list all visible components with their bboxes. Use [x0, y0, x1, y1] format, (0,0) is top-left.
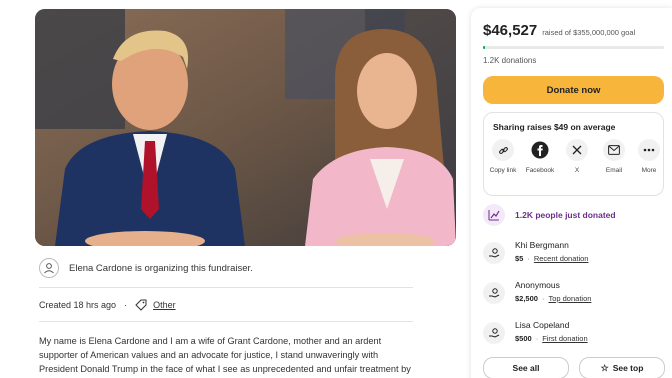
donor-separator: · — [541, 294, 545, 303]
star-icon: ☆ — [600, 362, 609, 373]
donor-amount: $500 — [515, 334, 532, 343]
share-facebook[interactable]: Facebook — [525, 139, 555, 175]
organizer-text: Elena Cardone is organizing this fundrai… — [69, 262, 253, 274]
donor-name: Khi Bergmann — [515, 240, 569, 250]
see-top-label: See top — [612, 363, 644, 373]
share-label: Email — [605, 167, 623, 174]
donor-note-link[interactable]: Recent donation — [534, 254, 589, 263]
facebook-icon — [529, 139, 551, 161]
donor-note-link[interactable]: Top donation — [548, 294, 591, 303]
share-x[interactable]: X — [562, 139, 592, 175]
fundraiser-photo — [35, 9, 456, 246]
donate-now-button[interactable]: Donate now — [483, 76, 664, 104]
story-line: My name is Elena Cardone and I am a wife… — [39, 336, 382, 346]
x-icon — [566, 139, 588, 161]
meta-separator: · — [124, 300, 128, 310]
share-label: X — [574, 167, 580, 174]
donor-note-link[interactable]: First donation — [542, 334, 587, 343]
amount-raised: $46,527 — [483, 22, 538, 39]
donor-separator: · — [535, 334, 539, 343]
donation-hand-icon — [483, 322, 505, 344]
donor-item: Khi Bergmann $5 · Recent donation — [483, 240, 588, 272]
donor-item: Lisa Copeland $500 · First donation — [483, 320, 588, 352]
donation-hand-icon — [483, 282, 505, 304]
donor-name: Anonymous — [515, 280, 560, 290]
share-email[interactable]: Email — [599, 139, 629, 175]
divider — [39, 287, 413, 288]
share-copy-link[interactable]: Copy link — [488, 139, 518, 175]
link-icon — [492, 139, 514, 161]
donation-hand-icon — [483, 242, 505, 264]
fundraiser-meta: Created 18 hrs ago · Other — [39, 297, 176, 313]
donor-amount: $2,500 — [515, 294, 538, 303]
see-top-button[interactable]: ☆ See top — [579, 357, 665, 378]
donor-amount: $5 — [515, 254, 524, 263]
donation-card: $46,527 raised of $355,000,000 goal 1.2K… — [471, 8, 672, 378]
tag-icon — [135, 299, 147, 311]
see-all-button[interactable]: See all — [483, 357, 569, 378]
created-time: Created 18 hrs ago — [39, 300, 117, 310]
share-label: Copy link — [489, 167, 517, 174]
donor-separator: · — [527, 254, 530, 263]
email-icon — [603, 139, 625, 161]
category-link[interactable]: Other — [153, 300, 176, 310]
share-title: Sharing raises $49 on average — [493, 122, 616, 132]
goal-text: raised of $355,000,000 goal — [542, 28, 636, 37]
user-icon — [39, 258, 59, 278]
donor-name: Lisa Copeland — [515, 320, 570, 330]
share-panel: Sharing raises $49 on average Copy link … — [483, 112, 664, 196]
organizer-row: Elena Cardone is organizing this fundrai… — [39, 256, 413, 280]
share-more[interactable]: More — [634, 139, 664, 175]
story-line: supporter of American values and an advo… — [39, 350, 379, 360]
recent-donations-banner: 1.2K people just donated — [483, 204, 616, 226]
divider — [39, 321, 413, 322]
recent-donations-text: 1.2K people just donated — [515, 210, 616, 220]
share-label: Facebook — [525, 167, 555, 174]
donor-list-buttons: See all ☆ See top — [483, 357, 665, 378]
progress-bar — [483, 46, 664, 49]
donations-count: 1.2K donations — [483, 56, 537, 65]
share-label: More — [641, 167, 657, 174]
story-line: President Donald Trump in the face of wh… — [39, 364, 411, 374]
trending-icon — [483, 204, 505, 226]
progress-fill — [483, 46, 486, 49]
more-icon — [638, 139, 660, 161]
story-text: My name is Elena Cardone and I am a wife… — [39, 334, 419, 376]
amount-raised-row: $46,527 raised of $355,000,000 goal — [483, 22, 635, 39]
donor-item: Anonymous $2,500 · Top donation — [483, 280, 591, 312]
